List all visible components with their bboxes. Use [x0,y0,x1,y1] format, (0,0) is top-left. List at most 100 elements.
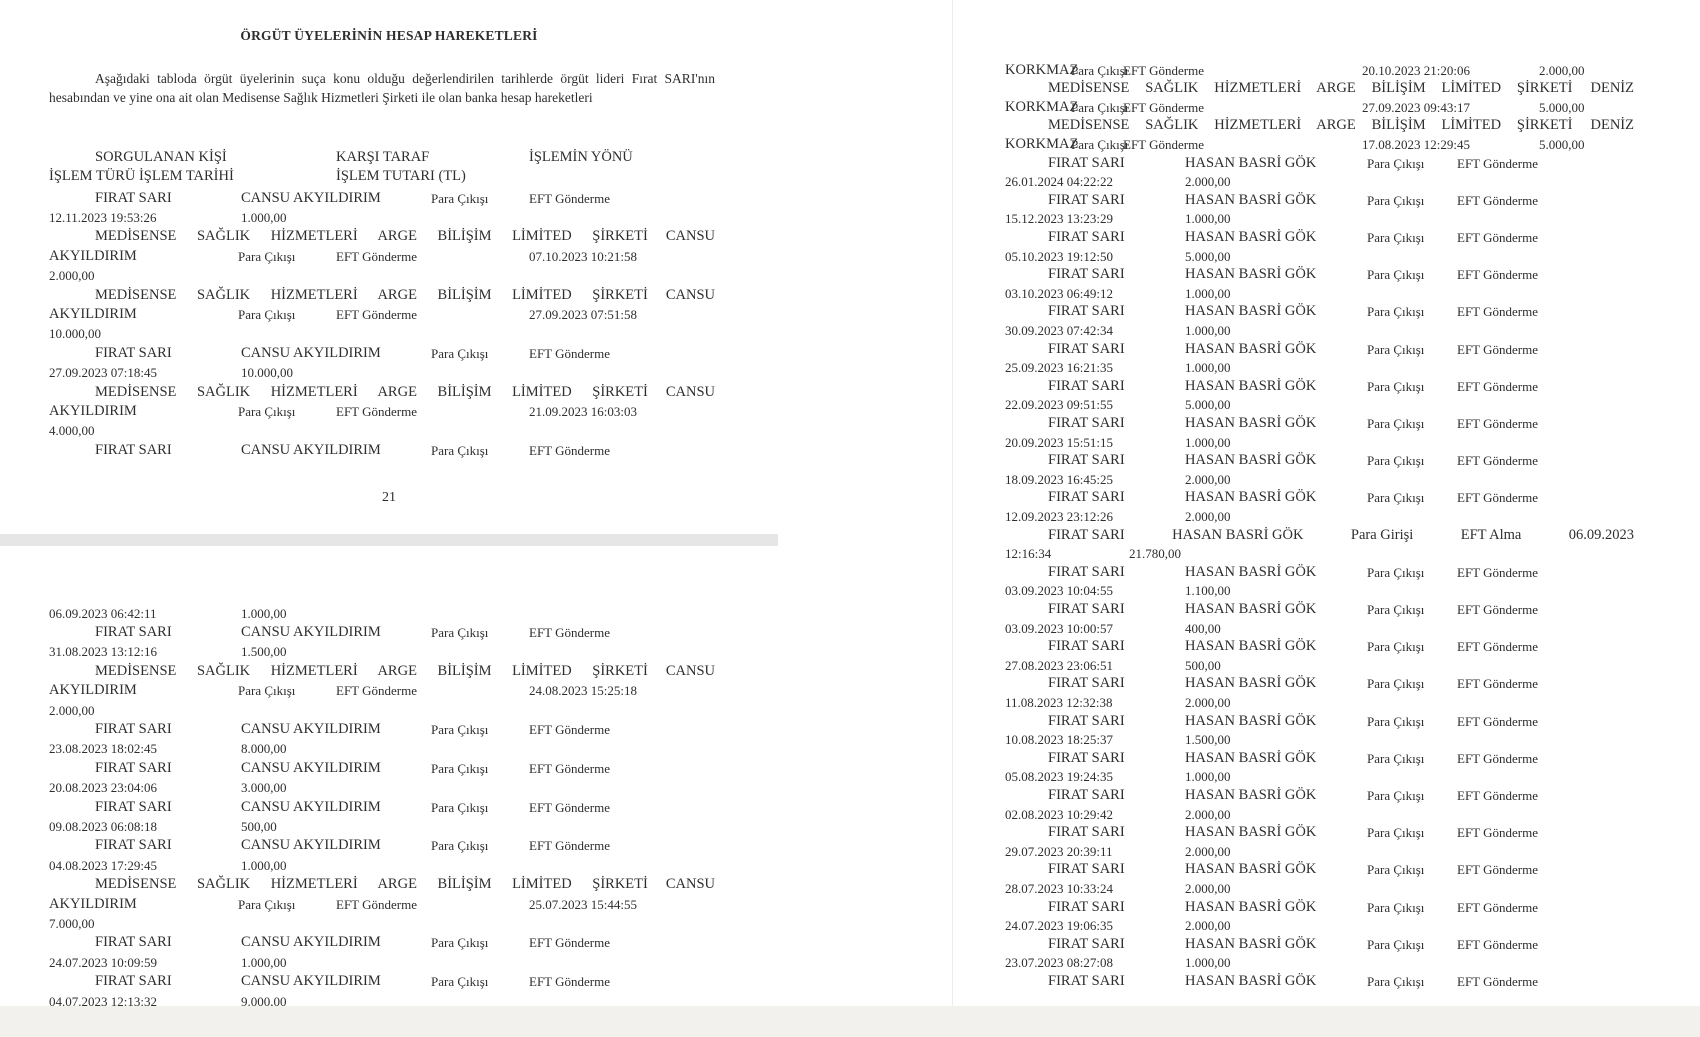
subject-name: FIRAT SARI [1048,415,1125,431]
transaction-type: EFT Gönderme [1457,565,1538,580]
transaction-record: FIRAT SARI CANSU AKYILDIRIM Para Çıkışı EFT… [0,189,760,208]
transaction-amount: 1.000,00 [241,606,287,621]
transaction-record-line2: 24.07.2023 19:06:35 2.000,00 [953,916,1700,935]
subject-name: FIRAT SARI [1048,341,1125,357]
transaction-type: EFT Gönderme [1457,639,1538,654]
transaction-datetime: 04.08.2023 17:29:45 [49,858,157,873]
counterparty-name: HASAN BASRİ GÖK [1185,638,1317,654]
subject-name: FIRAT SARI [95,934,172,950]
transaction-datetime: 27.09.2023 09:43:17 [1362,100,1470,115]
transaction-record-continued: KORKMAZ Para Çıkışı EFT Gönderme 20.10.2023… [953,61,1700,80]
transaction-record-line2: AKYILDIRIM Para Çıkışı EFT Gönderme 21.09.2… [0,402,760,421]
transaction-datetime: 05.08.2023 19:24:35 [1005,769,1113,784]
transaction-record: FIRAT SARI CANSU AKYILDIRIM Para Çıkışı EFT… [0,798,760,817]
transaction-type: EFT Gönderme [1457,602,1538,617]
subject-name: MEDİSENSE SAĞLIK HİZMETLERİ ARGE BİLİŞİM… [95,384,648,400]
transaction-record: FIRAT SARI HASAN BASRİ GÖK Para Çıkışı EFT … [953,302,1700,321]
direction: Para Çıkışı [1367,788,1425,803]
transaction-amount: 5.000,00 [1539,137,1585,152]
transaction-record: FIRAT SARI HASAN BASRİ GÖK Para Çıkışı EFT … [953,786,1700,805]
transaction-type: EFT Gönderme [1457,453,1538,468]
subject-name: MEDİSENSE SAĞLIK HİZMETLERİ ARGE BİLİŞİM… [95,876,648,892]
subject-name: FIRAT SARI [1048,936,1125,952]
transaction-datetime: 27.09.2023 07:51:58 [529,307,637,322]
transaction-type: EFT Gönderme [1457,676,1538,691]
transaction-amount: 2.000,00 [1539,63,1585,78]
transaction-record-line2: 12.09.2023 23:12:26 2.000,00 [953,507,1700,526]
subject-name: FIRAT SARI [95,624,172,640]
transaction-record-line2: 27.09.2023 07:18:45 10.000,00 [0,363,760,382]
subject-name: MEDİSENSE SAĞLIK HİZMETLERİ ARGE BİLİŞİM… [95,287,648,303]
transaction-amount: 1.000,00 [1185,955,1231,970]
transaction-datetime: 10.08.2023 18:25:37 [1005,732,1113,747]
transaction-type: EFT Gönderme [1457,304,1538,319]
transaction-type: EFT Gönderme [1457,267,1538,282]
header-type-date: İŞLEM TÜRÜ İŞLEM TARİHİ [49,168,234,184]
transaction-datetime: 23.07.2023 08:27:08 [1005,955,1113,970]
transaction-record: FIRAT SARI CANSU AKYILDIRIM Para Çıkışı EFT… [0,759,760,778]
transaction-type: EFT Gönderme [529,443,610,458]
subject-name: FIRAT SARI [1048,973,1125,989]
transaction-record-line2: AKYILDIRIM Para Çıkışı EFT Gönderme 07.10.2… [0,247,760,266]
counterparty-name: AKYILDIRIM [49,896,137,912]
counterparty-name: HASAN BASRİ GÖK [1185,824,1317,840]
transaction-record: FIRAT SARI CANSU AKYILDIRIM Para Çıkışı EFT… [0,933,760,952]
transaction-record-line2: 18.09.2023 16:45:25 2.000,00 [953,470,1700,489]
transaction-record-line2: 31.08.2023 13:12:16 1.500,00 [0,642,760,661]
direction: Para Çıkışı [431,974,489,989]
subject-name: MEDİSENSE SAĞLIK HİZMETLERİ ARGE BİLİŞİM… [95,663,648,679]
transaction-record: MEDİSENSE SAĞLIK HİZMETLERİ ARGE BİLİŞİM… [95,875,715,894]
transaction-datetime: 09.08.2023 06:08:18 [49,819,157,834]
direction: Para Çıkışı [238,249,296,264]
transaction-record: FIRAT SARI HASAN BASRİ GÖK Para Çıkışı EFT … [953,935,1700,954]
transaction-record-line3: 2.000,00 [0,266,760,285]
counterparty-name: DENİZ [1590,117,1635,133]
counterparty-name: HASAN BASRİ GÖK [1185,266,1317,282]
transaction-amount: 2.000,00 [49,703,95,718]
transaction-type: EFT Gönderme [529,346,610,361]
transaction-type: EFT Gönderme [529,191,610,206]
transaction-amount: 500,00 [1185,658,1221,673]
direction: Para Çıkışı [238,897,296,912]
subject-name: FIRAT SARI [1048,229,1125,245]
transaction-record: MEDİSENSE SAĞLIK HİZMETLERİ ARGE BİLİŞİM… [1048,79,1634,98]
transaction-amount: 10.000,00 [241,365,293,380]
transaction-record-line2: KORKMAZ Para Çıkışı EFT Gönderme 17.08.2023… [953,135,1700,154]
transaction-amount: 400,00 [1185,621,1221,636]
counterparty-name: HASAN BASRİ GÖK [1185,155,1317,171]
transaction-amount: 1.000,00 [241,210,287,225]
transaction-record: MEDİSENSE SAĞLIK HİZMETLERİ ARGE BİLİŞİM… [95,286,715,305]
transaction-record: FIRAT SARI HASAN BASRİ GÖK Para Çıkışı EFT … [953,972,1700,991]
transaction-record: FIRAT SARI HASAN BASRİ GÖK Para Çıkışı EFT … [953,674,1700,693]
transaction-record-line2: 09.08.2023 06:08:18 500,00 [0,817,760,836]
transaction-record: FIRAT SARI HASAN BASRİ GÖK Para Çıkışı EFT … [953,712,1700,731]
subject-name: FIRAT SARI [1048,266,1125,282]
subject-name: FIRAT SARI [1048,489,1125,505]
transaction-record-line2: 12.11.2023 19:53:26 1.000,00 [0,208,760,227]
transaction-amount: 1.000,00 [1185,211,1231,226]
transaction-datetime: 29.07.2023 20:39:11 [1005,844,1113,859]
transaction-datetime: 24.08.2023 15:25:18 [529,683,637,698]
direction: Para Çıkışı [1367,156,1425,171]
transaction-amount: 8.000,00 [241,741,287,756]
counterparty-name: HASAN BASRİ GÖK [1185,713,1317,729]
counterparty-name: DENİZ [1590,80,1635,96]
subject-name: FIRAT SARI [95,345,172,361]
counterparty-name: CANSU [665,384,715,400]
direction: Para Çıkışı [1071,137,1129,152]
counterparty-name: AKYILDIRIM [49,306,137,322]
transaction-record: FIRAT SARI CANSU AKYILDIRIM Para Çıkışı EFT… [0,972,760,991]
subject-name: FIRAT SARI [1048,527,1125,543]
transaction-record-line2: 05.10.2023 19:12:50 5.000,00 [953,247,1700,266]
transaction-record-line2: 20.09.2023 15:51:15 1.000,00 [953,433,1700,452]
transaction-record: FIRAT SARI HASAN BASRİ GÖK Para Çıkışı EFT … [953,154,1700,173]
direction: Para Çıkışı [1071,63,1129,78]
transaction-record-continued: 06.09.2023 06:42:11 1.000,00 [0,604,760,623]
transaction-record: FIRAT SARI HASAN BASRİ GÖK Para Çıkışı EFT … [953,451,1700,470]
direction: Para Çıkışı [1367,193,1425,208]
transaction-type: EFT Gönderme [1457,751,1538,766]
transaction-type: EFT Gönderme [1457,156,1538,171]
transaction-record-line2: 29.07.2023 20:39:11 2.000,00 [953,842,1700,861]
transaction-record: FIRAT SARI CANSU AKYILDIRIM Para Çıkışı EFT… [0,623,760,642]
transaction-record: FIRAT SARI HASAN BASRİ GÖK Para Çıkışı EFT … [953,191,1700,210]
